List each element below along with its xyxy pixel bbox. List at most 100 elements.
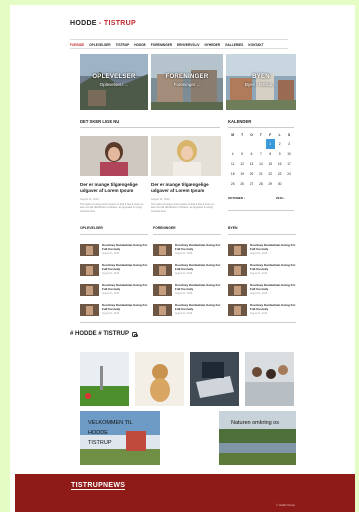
calendar-day[interactable]: 29 (266, 179, 275, 189)
calendar-day[interactable]: 11 (228, 159, 237, 169)
instagram-image[interactable] (245, 352, 294, 406)
instagram-image[interactable] (190, 352, 239, 406)
nav-item-foreninger[interactable]: FORENINGER (151, 43, 172, 47)
list-item[interactable]: Kourtney Kardashian Going For Full Custo… (228, 243, 298, 258)
calendar-day[interactable]: 27 (247, 179, 256, 189)
list-item[interactable]: Kourtney Kardashian Going For Full Custo… (153, 303, 223, 318)
list-item[interactable]: Kourtney Kardashian Going For Full Custo… (80, 283, 150, 298)
logo-separator: - (96, 20, 104, 27)
hero-title: BYEN (252, 74, 270, 80)
calendar-day[interactable]: 21 (256, 169, 265, 179)
banner-welcome[interactable]: VELKOMMEN TIL HODDE TISTRUP (80, 411, 160, 465)
calendar-day[interactable]: 4 (228, 149, 237, 159)
list-thumb (80, 304, 99, 316)
article-image[interactable] (80, 136, 148, 176)
weekday: L (278, 133, 281, 137)
list-item-title: Kourtney Kardashian Going For Full Custo… (175, 263, 221, 271)
column-heading-oplevelser[interactable]: OPLEVELSER (80, 226, 103, 230)
calendar-day[interactable]: 10 (284, 149, 293, 159)
list-thumb (153, 284, 172, 296)
calendar-prev[interactable]: OKTOBER ‹ (228, 196, 245, 200)
column-heading-byen[interactable]: BYEN (228, 226, 237, 230)
instagram-image[interactable] (80, 352, 129, 406)
calendar-day[interactable] (256, 139, 265, 149)
calendar-day[interactable]: 6 (247, 149, 256, 159)
nav-item-galleries[interactable]: GALLERIES (225, 43, 243, 47)
nav-item-erhvervsliv[interactable]: ERHVERVSLIV (177, 43, 199, 47)
calendar-day[interactable] (228, 139, 237, 149)
list-item[interactable]: Kourtney Kardashian Going For Full Custo… (153, 263, 223, 278)
calendar-day[interactable]: 19 (237, 169, 246, 179)
calendar-day[interactable]: 15 (266, 159, 275, 169)
calendar-day[interactable]: 22 (266, 169, 275, 179)
list-item-date: August 11, 2016 (102, 292, 120, 295)
calendar-day[interactable]: 12 (237, 159, 246, 169)
list-item-date: August 11, 2016 (175, 312, 193, 315)
banner-nature[interactable]: Naturen omkring os (219, 411, 296, 465)
list-item-date: August 11, 2016 (175, 292, 193, 295)
calendar-week: 4 5 6 7 8 9 10 (228, 149, 294, 159)
site-logo[interactable]: HODDE - TISTRUP (70, 20, 136, 27)
calendar-day[interactable]: 28 (256, 179, 265, 189)
list-item[interactable]: Kourtney Kardashian Going For Full Custo… (80, 303, 150, 318)
list-item[interactable]: Kourtney Kardashian Going For Full Custo… (80, 243, 150, 258)
instagram-image[interactable] (135, 352, 184, 406)
calendar-day[interactable] (247, 139, 256, 149)
calendar-day[interactable]: 2 (275, 139, 284, 149)
nav-item-nyheder[interactable]: NYHEDER (204, 43, 220, 47)
calendar-day[interactable]: 13 (247, 159, 256, 169)
calendar-day[interactable]: 3 (284, 139, 293, 149)
nav-item-kontakt[interactable]: KONTAKT (248, 43, 263, 47)
list-thumb (80, 264, 99, 276)
calendar-week: 11 12 13 14 15 16 17 (228, 159, 294, 169)
calendar-day[interactable]: 18 (228, 169, 237, 179)
banner-line-3: TISTRUP (88, 440, 112, 446)
list-item-title: Kourtney Kardashian Going For Full Custo… (102, 303, 148, 311)
list-thumb (80, 284, 99, 296)
hero-foreninger[interactable]: FORENINGER Foreninger ... (151, 54, 223, 110)
instagram-icon[interactable] (132, 331, 138, 338)
calendar-day[interactable]: 8 (266, 149, 275, 159)
list-item[interactable]: Kourtney Kardashian Going For Full Custo… (80, 263, 150, 278)
calendar-day[interactable]: 25 (228, 179, 237, 189)
calendar-next[interactable]: 2016 › (276, 196, 285, 200)
hero-byen[interactable]: BYEN Byen i Tistrup ... (226, 54, 296, 110)
hero-oplevelser[interactable]: OPLEVELSER Oplevelser i ... (80, 54, 148, 110)
calendar-day[interactable]: 16 (275, 159, 284, 169)
list-thumb (228, 304, 247, 316)
calendar-day[interactable]: 20 (247, 169, 256, 179)
column-heading-foreninger[interactable]: FORENINGER (153, 226, 176, 230)
list-item-date: August 11, 2016 (250, 252, 268, 255)
calendar-day[interactable]: 14 (256, 159, 265, 169)
nav-item-forside[interactable]: FORSIDE (70, 43, 84, 47)
list-item[interactable]: Kourtney Kardashian Going For Full Custo… (228, 303, 298, 318)
instagram-photo (245, 352, 294, 406)
nav-item-hodde[interactable]: HODDE (134, 43, 146, 47)
list-item[interactable]: Kourtney Kardashian Going For Full Custo… (228, 263, 298, 278)
article-image[interactable] (151, 136, 221, 176)
list-item[interactable]: Kourtney Kardashian Going For Full Custo… (228, 283, 298, 298)
list-item-title: Kourtney Kardashian Going For Full Custo… (102, 263, 148, 271)
article-title[interactable]: Der er mange tilgængelige udgaver af Lor… (80, 182, 146, 193)
list-item[interactable]: Kourtney Kardashian Going For Full Custo… (153, 243, 223, 258)
calendar-day[interactable]: 17 (284, 159, 293, 169)
calendar-day[interactable]: 9 (275, 149, 284, 159)
calendar-day[interactable] (284, 179, 293, 189)
divider (80, 127, 220, 128)
list-item[interactable]: Kourtney Kardashian Going For Full Custo… (153, 283, 223, 298)
calendar-day[interactable]: 30 (275, 179, 284, 189)
calendar-day-today[interactable]: 1 (265, 139, 275, 149)
calendar-day[interactable]: 7 (256, 149, 265, 159)
calendar-day[interactable]: 5 (237, 149, 246, 159)
calendar-day[interactable] (237, 139, 246, 149)
footer-brand[interactable]: TISTRUPNEWS (71, 482, 126, 490)
calendar-day[interactable]: 24 (284, 169, 293, 179)
nav-item-tistrup[interactable]: TISTRUP (116, 43, 130, 47)
article-title[interactable]: Der er mange tilgængelige udgaver af Lor… (151, 182, 217, 193)
list-item-date: August 11, 2016 (175, 252, 193, 255)
instagram-title: # HODDE # TISTRUP (70, 331, 130, 337)
instagram-photo (190, 352, 239, 406)
calendar-day[interactable]: 26 (237, 179, 246, 189)
nav-item-oplevelser[interactable]: OPLEVELSER (89, 43, 110, 47)
calendar-day[interactable]: 23 (275, 169, 284, 179)
